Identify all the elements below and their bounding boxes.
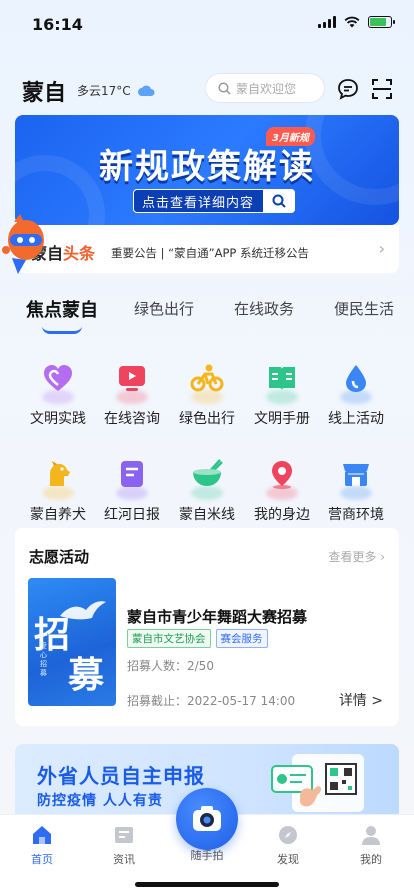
tag-organizer: 蒙自市文艺协会 xyxy=(127,629,211,648)
location-icon xyxy=(262,454,302,494)
search-input[interactable]: 蒙自欢迎您 xyxy=(205,73,325,103)
grid-item-green-travel[interactable]: 绿色出行 xyxy=(167,358,247,428)
grid-item-business[interactable]: 营商环境 xyxy=(316,454,396,524)
grid-item-civilization[interactable]: 文明实践 xyxy=(18,358,98,428)
bicycle-icon xyxy=(187,358,227,398)
scan-button[interactable] xyxy=(369,76,395,102)
user-icon xyxy=(359,823,383,847)
newspaper-icon xyxy=(112,454,152,494)
home-icon xyxy=(30,823,54,847)
activity-name[interactable]: 蒙自市青少年舞蹈大赛招募 xyxy=(127,606,307,627)
recruit-deadline: 招募截止：2022-05-17 14:00 xyxy=(127,694,296,708)
wifi-icon xyxy=(344,16,360,28)
mascot-icon xyxy=(2,214,44,274)
category-tabs: 焦点蒙自 绿色出行 在线政务 便民生活 xyxy=(0,298,414,338)
ad-title: 外省人员自主申报 xyxy=(37,764,205,788)
volunteer-card: 志愿活动 查看更多 › 招 募 爱心招募 蒙自市青少年舞蹈大赛招募 蒙自市文艺协… xyxy=(15,528,399,726)
message-button[interactable] xyxy=(335,76,361,102)
tab-online-gov[interactable]: 在线政务 xyxy=(234,298,294,319)
tabbar-home[interactable]: 首页 xyxy=(12,823,72,867)
scan-icon xyxy=(372,79,392,99)
tab-focus[interactable]: 焦点蒙自 xyxy=(26,296,98,322)
grid-item-rice-noodle[interactable]: 蒙自米线 xyxy=(167,454,247,524)
snapshot-label: 随手拍 xyxy=(190,849,224,862)
city-name[interactable]: 蒙自 xyxy=(22,75,66,107)
heart-icon xyxy=(38,358,78,398)
snapshot-button[interactable] xyxy=(176,788,238,850)
cloud-icon xyxy=(137,85,155,96)
compass-icon xyxy=(276,823,300,847)
status-bar: 16:14 xyxy=(0,0,414,48)
qr-phone-icon xyxy=(271,754,364,812)
status-time: 16:14 xyxy=(32,15,83,34)
banner-search-button[interactable] xyxy=(263,189,295,213)
search-icon xyxy=(272,194,286,208)
policy-banner[interactable]: 新规政策解读 3月新规 点击查看详细内容 xyxy=(15,115,399,225)
detail-link[interactable]: 详情 > xyxy=(339,690,383,710)
tv-icon xyxy=(112,358,152,398)
home-indicator xyxy=(135,882,279,887)
grid-item-daily-news[interactable]: 红河日报 xyxy=(92,454,172,524)
tabbar-mine[interactable]: 我的 xyxy=(341,823,401,867)
banner-title: 新规政策解读 xyxy=(99,147,315,187)
tag-type: 赛会服务 xyxy=(215,629,268,648)
weather-text: 多云17°C xyxy=(77,84,131,98)
activity-tags: 蒙自市文艺协会 赛会服务 xyxy=(127,629,268,648)
grid-item-nearby[interactable]: 我的身边 xyxy=(242,454,322,524)
chevron-right-icon[interactable]: › xyxy=(379,239,385,258)
search-placeholder: 蒙自欢迎您 xyxy=(236,81,297,96)
headline-text[interactable]: 重要公告 | “蒙自通”APP 系统迁移公告 xyxy=(111,245,309,261)
banner-tag: 3月新规 xyxy=(266,127,315,146)
weather-info: 多云17°C xyxy=(77,82,155,99)
tabbar-news[interactable]: 资讯 xyxy=(94,823,154,867)
banner-button-label: 点击查看详细内容 xyxy=(142,195,255,211)
chat-bubble-icon xyxy=(338,79,358,100)
book-icon xyxy=(262,358,302,398)
battery-icon xyxy=(368,16,395,28)
grid-item-handbook[interactable]: 文明手册 xyxy=(242,358,322,428)
tabbar-discover[interactable]: 发现 xyxy=(258,823,318,867)
drop-icon xyxy=(336,358,376,398)
camera-icon xyxy=(193,806,221,831)
header: 蒙自 多云17°C 蒙自欢迎您 xyxy=(0,70,414,110)
battery-fill xyxy=(370,18,386,26)
signal-icon xyxy=(318,16,336,28)
grid-item-consult[interactable]: 在线咨询 xyxy=(92,358,172,428)
view-more-link[interactable]: 查看更多 › xyxy=(328,548,385,565)
headline-news[interactable]: 蒙自头条 重要公告 | “蒙自通”APP 系统迁移公告 › xyxy=(15,225,399,273)
recruit-count: 招募人数：2/50 xyxy=(127,659,214,673)
tab-green-travel[interactable]: 绿色出行 xyxy=(134,298,194,319)
tab-convenience[interactable]: 便民生活 xyxy=(334,298,394,319)
bowl-icon xyxy=(187,454,227,494)
grid-item-dog[interactable]: 蒙自养犬 xyxy=(18,454,98,524)
ad-subtitle: 防控疫情 人人有责 xyxy=(37,793,163,809)
dog-icon xyxy=(38,454,78,494)
volunteer-section-title: 志愿活动 xyxy=(29,548,90,566)
status-icons xyxy=(318,16,395,28)
shop-icon xyxy=(336,454,376,494)
volunteer-poster[interactable]: 招 募 爱心招募 xyxy=(28,578,116,706)
grid-item-online-activity[interactable]: 线上活动 xyxy=(316,358,396,428)
search-icon xyxy=(218,81,231,95)
tab-active-indicator xyxy=(42,326,82,334)
news-icon xyxy=(112,823,136,847)
